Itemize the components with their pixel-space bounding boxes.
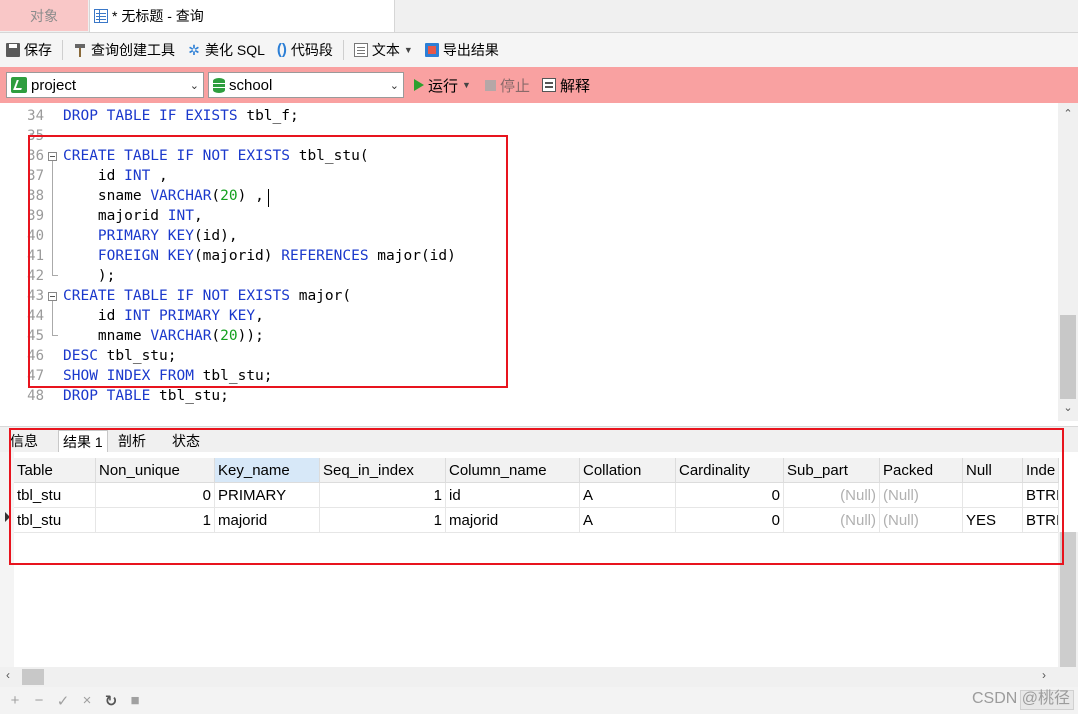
code-line: DROP TABLE tbl_stu;: [63, 388, 229, 404]
grid-horizontal-scrollbar[interactable]: ‹ ›: [0, 667, 1078, 687]
add-record-icon[interactable]: +: [8, 692, 22, 709]
save-label: 保存: [24, 42, 52, 58]
query-builder-button[interactable]: 查询创建工具: [67, 37, 181, 63]
chevron-right-icon[interactable]: ›: [1042, 668, 1046, 682]
save-button[interactable]: 保存: [0, 37, 58, 63]
scrollbar-thumb[interactable]: [1060, 315, 1076, 399]
code-line: DROP TABLE IF EXISTS tbl_f;: [63, 108, 299, 124]
connection-icon: [11, 77, 27, 93]
connection-value: project: [31, 76, 77, 94]
code-snippet-button[interactable]: () 代码段: [271, 37, 339, 63]
tab-objects[interactable]: 对象: [0, 0, 88, 31]
chevron-down-icon: ⌄: [389, 79, 399, 92]
document-icon: [353, 43, 368, 57]
beautify-sql-label: 美化 SQL: [205, 42, 265, 58]
query-table-icon: [94, 9, 108, 23]
chevron-down-icon: ▼: [462, 80, 471, 90]
explain-label: 解释: [560, 77, 591, 95]
export-icon: [424, 43, 439, 57]
document-tab-bar: 对象 * 无标题 - 查询: [0, 0, 1078, 33]
discard-changes-icon[interactable]: ×: [80, 692, 94, 709]
connection-select[interactable]: project ⌄: [6, 72, 204, 98]
toolbar-divider: [62, 40, 63, 60]
play-icon: [414, 79, 424, 91]
text-mode-button[interactable]: 文本 ▼: [348, 37, 419, 63]
explain-icon: [542, 78, 556, 92]
export-results-button[interactable]: 导出结果: [419, 37, 505, 63]
line-number: 34: [27, 108, 44, 124]
scrollbar-thumb[interactable]: [22, 669, 44, 685]
connection-bar: project ⌄ school ⌄ 运行 ▼ 停止 解释: [0, 67, 1078, 103]
delete-record-icon[interactable]: −: [32, 692, 46, 709]
tab-query[interactable]: * 无标题 - 查询: [89, 0, 395, 32]
code-snippet-label: 代码段: [290, 42, 333, 58]
chevron-up-icon[interactable]: ⌃: [1058, 107, 1078, 120]
save-icon: [6, 43, 20, 57]
chevron-down-icon: ▼: [403, 45, 413, 55]
run-button[interactable]: 运行 ▼: [414, 74, 471, 96]
export-results-label: 导出结果: [442, 42, 499, 58]
toolbar-divider: [342, 40, 344, 60]
stop-button[interactable]: 停止: [485, 74, 530, 96]
tab-query-label: * 无标题 - 查询: [112, 8, 204, 24]
text-mode-label: 文本: [371, 42, 400, 58]
chevron-down-icon: ⌄: [189, 79, 199, 92]
magic-wand-icon: ✲: [188, 42, 200, 58]
stop-label: 停止: [500, 77, 531, 95]
stop-icon[interactable]: ■: [128, 692, 142, 709]
chevron-left-icon[interactable]: ‹: [6, 668, 10, 682]
database-select[interactable]: school ⌄: [208, 72, 404, 98]
refresh-icon[interactable]: ↻: [104, 692, 118, 710]
chevron-down-icon[interactable]: ⌄: [1058, 401, 1078, 414]
parentheses-icon: (): [276, 41, 287, 58]
explain-button[interactable]: 解释: [542, 74, 590, 96]
database-value: school: [229, 76, 273, 94]
run-label: 运行: [428, 77, 459, 95]
line-number: 48: [27, 388, 44, 404]
stop-icon: [485, 79, 496, 91]
record-toolbar: + − ✓ × ↻ ■: [0, 687, 1078, 714]
tab-objects-label: 对象: [30, 7, 58, 24]
query-builder-label: 查询创建工具: [91, 42, 175, 58]
editor-vertical-scrollbar[interactable]: ⌃ ⌄: [1058, 103, 1078, 421]
query-toolbar: 保存 查询创建工具 ✲ 美化 SQL () 代码段 文本 ▼ 导出结果: [0, 33, 1078, 67]
database-icon: [213, 77, 225, 93]
hammer-icon: [73, 43, 87, 57]
apply-changes-icon[interactable]: ✓: [56, 692, 70, 710]
highlight-box: [9, 428, 1064, 565]
watermark: CSDN @桃径: [971, 690, 1070, 707]
beautify-sql-button[interactable]: ✲ 美化 SQL: [181, 37, 271, 63]
highlight-box: [28, 135, 508, 388]
